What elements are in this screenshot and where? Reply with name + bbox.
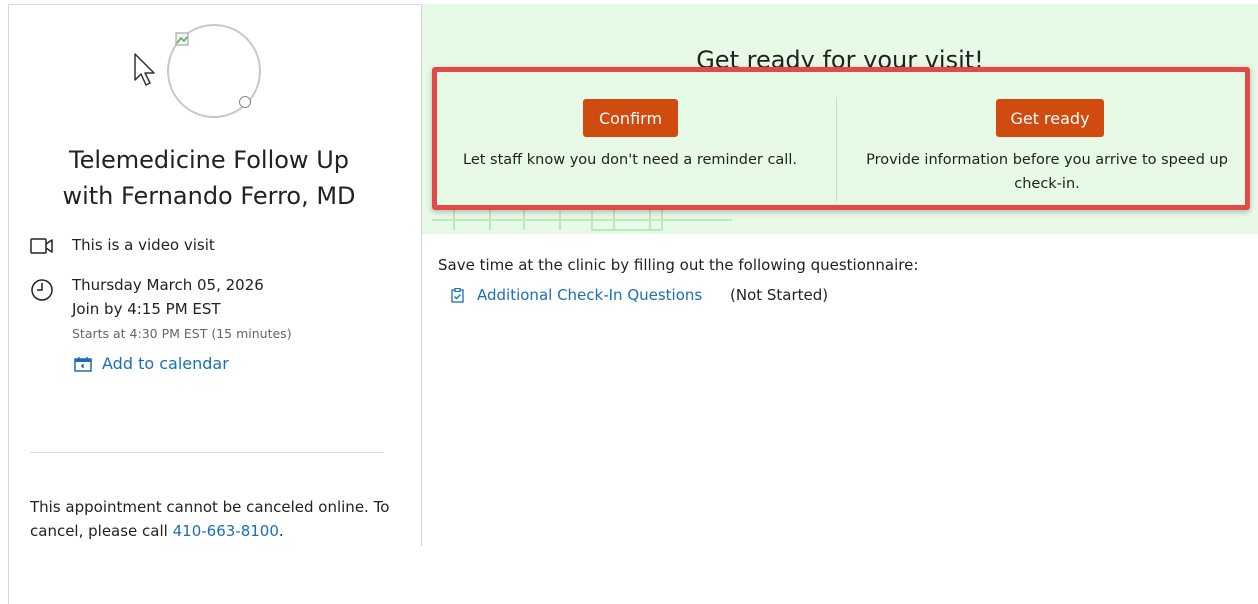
video-visit-label: This is a video visit	[72, 236, 215, 254]
get-ready-button[interactable]: Get ready	[996, 99, 1104, 137]
add-to-calendar-link[interactable]: Add to calendar	[102, 354, 229, 373]
mouse-cursor-icon	[134, 53, 155, 86]
cancel-notice: This appointment cannot be canceled onli…	[30, 495, 400, 543]
provider-avatar	[167, 24, 261, 118]
calendar-icon[interactable]	[74, 356, 92, 372]
avatar-status-badge	[239, 96, 251, 108]
confirm-description: Let staff know you don't need a reminder…	[463, 152, 797, 168]
clinic-phone-link[interactable]: 410-663-8100	[173, 522, 279, 540]
join-by-time: Join by 4:15 PM EST	[72, 300, 221, 318]
video-camera-icon	[30, 238, 53, 254]
check-in-questions-link[interactable]: Additional Check-In Questions	[477, 286, 702, 304]
questionnaire-intro: Save time at the clinic by filling out t…	[438, 256, 919, 274]
broken-image-icon	[175, 32, 189, 46]
confirm-button[interactable]: Confirm	[583, 99, 678, 137]
action-column-separator	[836, 97, 837, 201]
start-time: Starts at 4:30 PM EST (15 minutes)	[72, 326, 292, 341]
section-divider	[30, 452, 384, 453]
questionnaire-status: (Not Started)	[730, 286, 829, 304]
get-ready-description: Provide information before you arrive to…	[866, 152, 1228, 192]
clock-icon	[31, 279, 53, 301]
appointment-title-line1: Telemedicine Follow Up	[68, 146, 349, 174]
appointment-date: Thursday March 05, 2026	[72, 276, 264, 294]
clipboard-check-icon[interactable]	[451, 288, 464, 303]
cancel-notice-period: .	[278, 522, 284, 540]
appointment-title: Telemedicine Follow Up with Fernando Fer…	[20, 142, 398, 214]
appointment-title-line2: with Fernando Ferro, MD	[62, 182, 356, 210]
